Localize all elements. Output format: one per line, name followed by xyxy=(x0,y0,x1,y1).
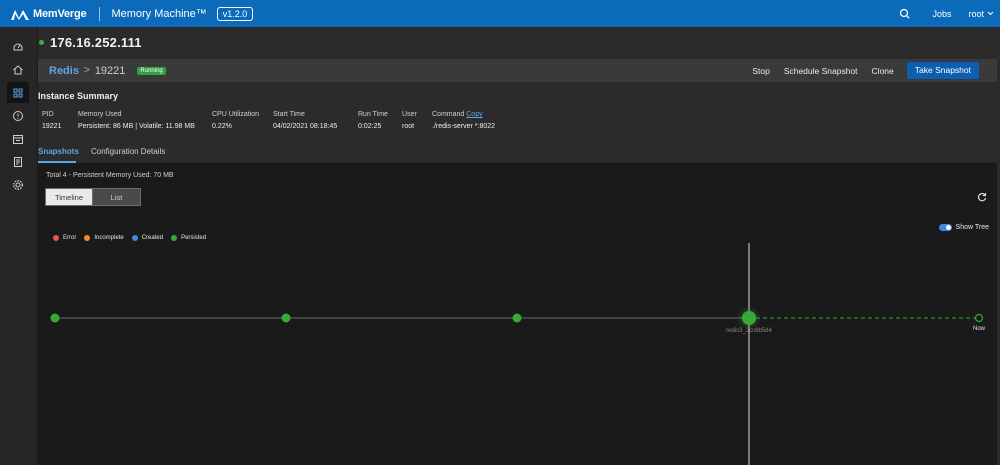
run-time-label: Run Time xyxy=(358,111,388,118)
cpu-label: CPU Utilization xyxy=(212,111,260,118)
tab-configuration-details[interactable]: Configuration Details xyxy=(91,147,165,156)
sidebar-item-schedule[interactable] xyxy=(7,128,29,149)
top-bar: MemVerge Memory Machine™ v1.2.0 Jobs roo… xyxy=(0,0,1000,27)
sidebar xyxy=(0,27,38,465)
version-badge: v1.2.0 xyxy=(216,6,254,21)
now-label: Now xyxy=(973,326,986,332)
instance-summary-title: Instance Summary xyxy=(38,91,119,101)
host-ip: 176.16.252.111 xyxy=(50,35,142,50)
snapshot-timeline: redis3_2cc8b5d4 Now xyxy=(50,243,986,465)
take-snapshot-button[interactable]: Take Snapshot xyxy=(906,62,979,79)
memverge-logo-icon xyxy=(11,9,29,20)
breadcrumb: Redis > 19221 Running Stop Schedule Snap… xyxy=(38,59,997,82)
sidebar-item-apps[interactable] xyxy=(7,82,29,103)
report-icon xyxy=(14,156,22,167)
run-time-value: 0:02:25 xyxy=(358,123,382,130)
brand-name: MemVerge xyxy=(33,7,87,20)
jobs-link[interactable]: Jobs xyxy=(932,9,951,19)
summary-memory: Memory Used Persistent: 86 MB | Volatile… xyxy=(78,111,195,130)
breadcrumb-instance: 19221 xyxy=(94,64,126,77)
search-icon[interactable] xyxy=(898,7,912,21)
command-label: Command xyxy=(432,111,465,118)
summary-pid: PID 19221 xyxy=(42,111,61,130)
chevron-down-icon xyxy=(987,11,994,16)
pid-label: PID xyxy=(42,111,54,118)
brand-divider xyxy=(99,6,101,21)
snapshot-node-2[interactable] xyxy=(281,313,291,323)
dashboard-icon xyxy=(13,43,23,50)
snapshot-node-selected[interactable] xyxy=(742,311,756,325)
user-menu[interactable]: root xyxy=(968,9,994,19)
snapshot-node-1[interactable] xyxy=(50,313,60,323)
sidebar-item-alerts[interactable] xyxy=(7,105,29,126)
summary-cpu: CPU Utilization 0.22% xyxy=(212,111,259,130)
start-time-label: Start Time xyxy=(273,111,305,118)
now-node[interactable] xyxy=(974,313,984,323)
summary-run-time: Run Time 0:02:25 xyxy=(358,111,388,130)
detail-tabs: Snapshots Configuration Details xyxy=(38,144,997,163)
sidebar-item-home[interactable] xyxy=(7,59,29,80)
selected-snapshot-label: redis3_2cc8b5d4 xyxy=(726,328,772,334)
clone-button[interactable]: Clone xyxy=(872,66,894,76)
sidebar-item-settings[interactable] xyxy=(7,174,29,195)
user-name: root xyxy=(968,8,984,19)
sidebar-item-reports[interactable] xyxy=(7,151,29,172)
snapshot-node-3[interactable] xyxy=(512,313,522,323)
apps-grid-icon xyxy=(13,88,23,97)
command-header: Command Copy xyxy=(432,111,495,118)
alert-icon xyxy=(13,110,23,121)
schedule-snapshot-button[interactable]: Schedule Snapshot xyxy=(784,66,858,76)
summary-command: Command Copy ./redis-server *:8022 xyxy=(432,111,495,130)
online-status-dot xyxy=(39,40,44,45)
home-icon xyxy=(13,64,23,74)
breadcrumb-separator: > xyxy=(83,65,90,76)
cpu-value: 0.22% xyxy=(212,123,232,130)
host-header: 176.16.252.111 xyxy=(39,35,142,50)
snapshots-panel: Total 4 - Persistent Memory Used: 70 MB … xyxy=(38,163,997,465)
status-badge: Running xyxy=(137,66,166,75)
start-time-value: 04/02/2021 08:18:45 xyxy=(273,123,338,130)
pid-value: 19221 xyxy=(42,123,62,130)
user-value: root xyxy=(402,123,415,130)
memory-value: Persistent: 86 MB | Volatile: 11.98 MB xyxy=(78,123,195,130)
breadcrumb-app-link[interactable]: Redis xyxy=(49,65,79,77)
summary-start-time: Start Time 04/02/2021 08:18:45 xyxy=(273,111,337,130)
user-label: User xyxy=(402,111,417,118)
summary-user: User root xyxy=(402,111,417,130)
tab-snapshots[interactable]: Snapshots xyxy=(38,147,79,156)
settings-icon xyxy=(13,179,23,190)
calendar-icon xyxy=(13,134,23,144)
product-name: Memory Machine™ xyxy=(111,7,207,20)
memverge-logo[interactable]: MemVerge xyxy=(11,7,87,20)
copy-command-link[interactable]: Copy xyxy=(466,111,482,118)
memory-label: Memory Used xyxy=(78,111,122,118)
stop-button[interactable]: Stop xyxy=(752,66,770,76)
command-value: ./redis-server *:8022 xyxy=(432,123,496,130)
sidebar-item-dashboard[interactable] xyxy=(7,36,29,57)
